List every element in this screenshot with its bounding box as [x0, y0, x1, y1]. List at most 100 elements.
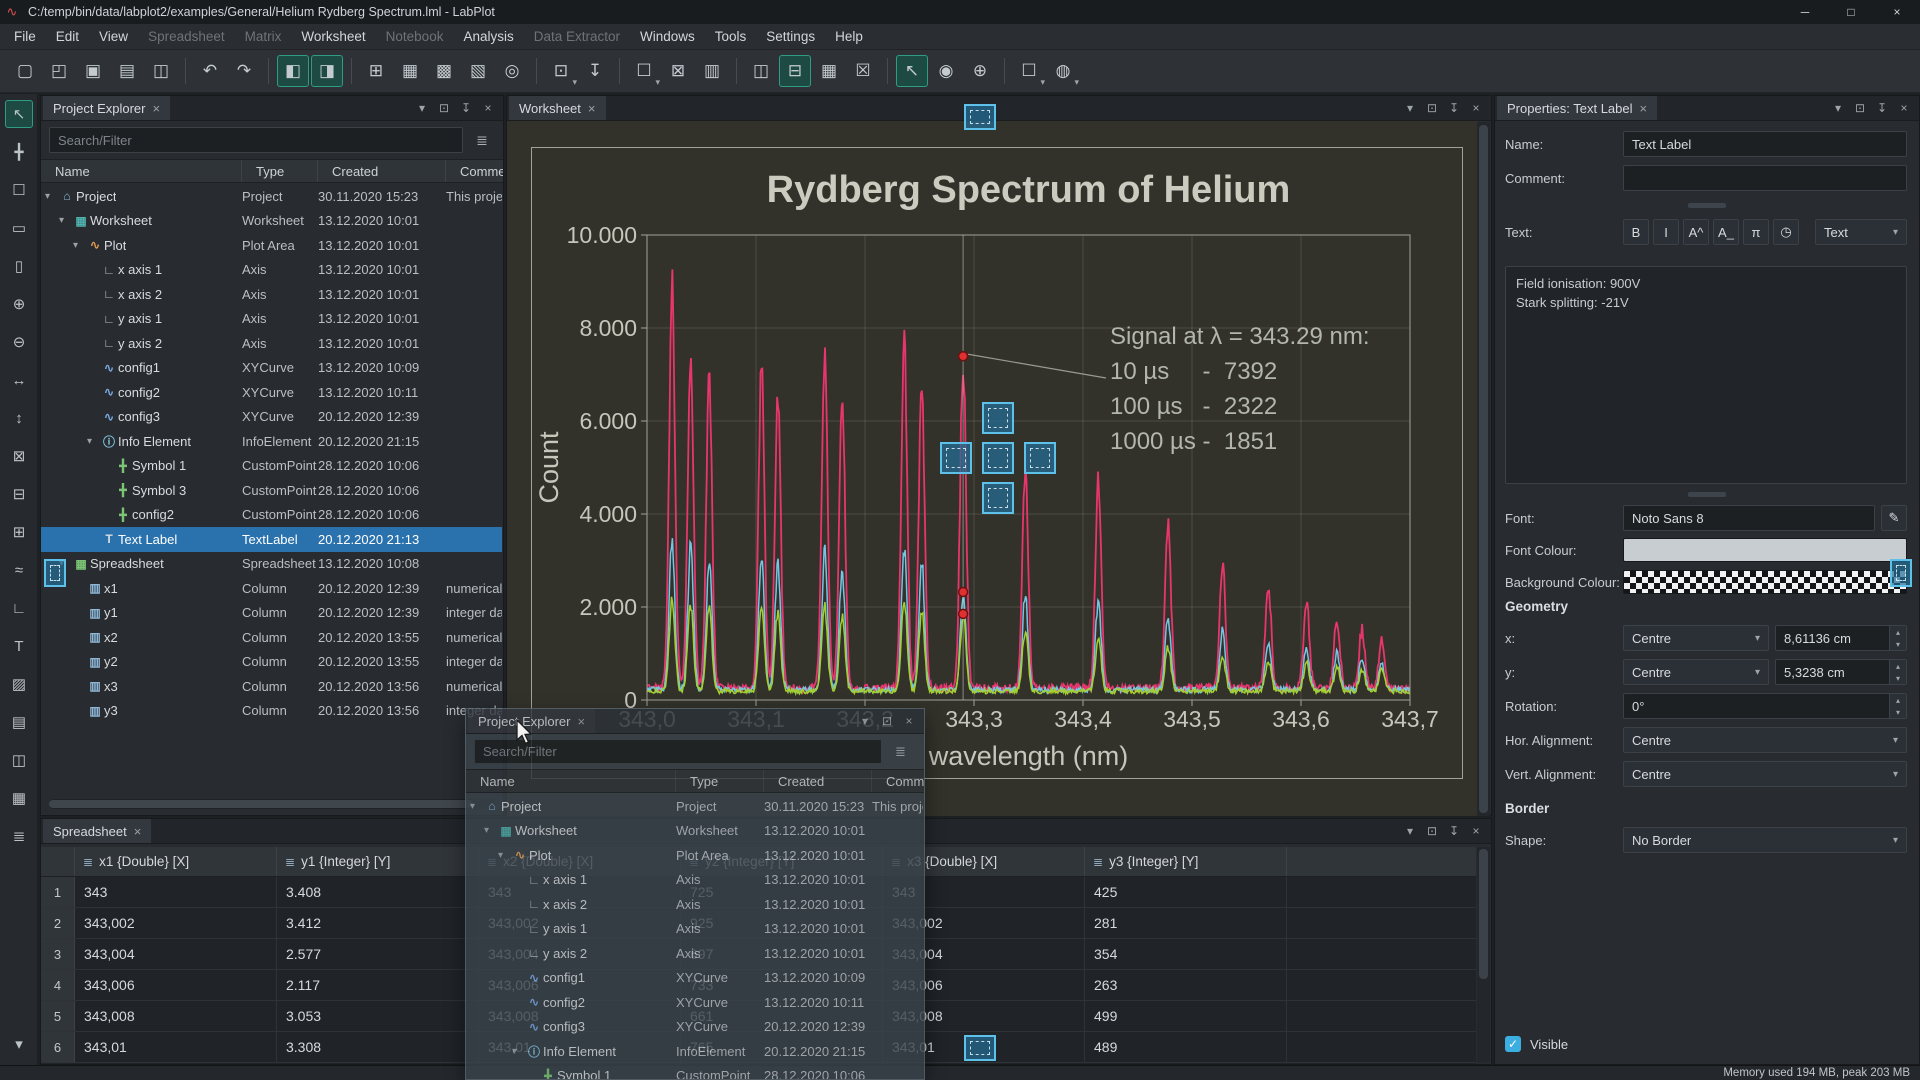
table-cell[interactable]: 343,004 — [75, 939, 277, 969]
tree-row[interactable]: ∿config2XYCurve13.12.2020 10:11 — [466, 990, 923, 1015]
insert-symbol-button[interactable]: π — [1743, 219, 1769, 245]
menu-worksheet[interactable]: Worksheet — [291, 24, 375, 50]
hor-alignment-combo[interactable]: Centre▾ — [1623, 727, 1907, 753]
dock-pin-icon[interactable]: ↧ — [455, 98, 477, 119]
expander-icon[interactable]: ▾ — [73, 240, 86, 251]
tree-row[interactable]: ∿config1XYCurve13.12.2020 10:09 — [466, 966, 923, 991]
table-cell[interactable]: 281 — [1085, 908, 1287, 938]
expander-icon[interactable]: ▾ — [59, 215, 72, 226]
dock-float-icon[interactable]: ⊡ — [1849, 98, 1871, 119]
background-colour-swatch[interactable] — [1623, 570, 1907, 594]
vertical-layout-icon[interactable]: ◫ — [745, 55, 777, 87]
expander-icon[interactable]: ▾ — [498, 850, 511, 861]
table-cell[interactable]: 3.053 — [277, 1001, 479, 1031]
spin-buttons[interactable]: ▴▾ — [1889, 694, 1906, 718]
new-spreadsheet-icon[interactable]: ▦ — [394, 55, 426, 87]
close-button[interactable]: × — [1874, 0, 1920, 24]
crosshair-tool-icon[interactable]: ╋ — [5, 138, 33, 166]
expander-icon[interactable]: ▾ — [484, 825, 497, 836]
list-view-tool-icon[interactable]: ≣ — [5, 822, 33, 850]
chevron-down-icon[interactable]: ▾ — [655, 77, 660, 88]
menu-windows[interactable]: Windows — [630, 24, 705, 50]
tab-project-explorer[interactable]: Project Explorer × — [43, 96, 170, 120]
tree-row[interactable]: ▥x3Column20.12.2020 13:56numerical — [41, 674, 502, 699]
zoom-in-tool-icon[interactable]: ⊕ — [5, 290, 33, 318]
column-header[interactable]: ≣y1 {Integer} [Y] — [277, 847, 479, 876]
drop-edge-indicator-left[interactable] — [44, 559, 66, 587]
table-cell[interactable]: 3.412 — [277, 908, 479, 938]
dock-menu-icon[interactable]: ▾ — [411, 98, 433, 119]
tree-row[interactable]: ▾▦SpreadsheetSpreadsheet13.12.2020 10:08 — [41, 552, 502, 577]
edit-font-icon[interactable]: ✎ — [1881, 505, 1907, 531]
rotation-spinbox[interactable]: 0° ▴▾ — [1623, 693, 1907, 719]
dock-close-icon[interactable]: × — [1465, 821, 1487, 842]
new-worksheet-icon[interactable]: ⊡▾ — [545, 55, 577, 87]
screenshot-icon[interactable]: ▥ — [696, 55, 728, 87]
expander-icon[interactable]: ▾ — [45, 191, 58, 202]
vertical-scrollbar[interactable] — [1477, 122, 1490, 816]
filter-options-icon[interactable]: ≣ — [469, 127, 495, 153]
menu-analysis[interactable]: Analysis — [453, 24, 523, 50]
horizontal-scrollbar[interactable] — [49, 799, 495, 809]
menu-notebook[interactable]: Notebook — [376, 24, 454, 50]
column-header-name[interactable]: Name — [41, 160, 242, 182]
dock-close-icon[interactable]: × — [1893, 98, 1915, 119]
tree-row[interactable]: ▾⌂ProjectProject30.11.2020 15:23This pro… — [466, 794, 923, 819]
font-field[interactable]: Noto Sans 8 — [1623, 505, 1875, 531]
maximize-button[interactable]: □ — [1828, 0, 1874, 24]
column-header-type[interactable]: Type — [676, 770, 764, 792]
tree-row[interactable]: ∿config3XYCurve20.12.2020 12:39 — [41, 405, 502, 430]
tree-row[interactable]: ∟y axis 2Axis13.12.2020 10:01 — [41, 331, 502, 356]
comment-field[interactable] — [1623, 165, 1907, 191]
horizontal-layout-icon[interactable]: ⊟ — [779, 55, 811, 87]
dock-pin-icon[interactable]: ↧ — [1443, 821, 1465, 842]
toggle-project-explorer-icon[interactable]: ◧ — [277, 55, 309, 87]
text-mode-combo[interactable]: Text ▾ — [1815, 219, 1907, 245]
insert-datetime-button[interactable]: ◷ — [1773, 219, 1799, 245]
grid-layout-icon[interactable]: ▦ — [813, 55, 845, 87]
tree-row[interactable]: ▾ⓘInfo ElementInfoElement20.12.2020 21:1… — [41, 429, 502, 454]
color-picker-icon[interactable]: ◎ — [496, 55, 528, 87]
dock-pin-icon[interactable]: ↧ — [1871, 98, 1893, 119]
italic-button[interactable]: I — [1653, 219, 1679, 245]
spin-up-icon[interactable]: ▴ — [1890, 626, 1906, 638]
grid-view-tool-icon[interactable]: ▦ — [5, 784, 33, 812]
drop-indicator-top[interactable] — [982, 402, 1014, 434]
dock-float-icon[interactable]: ⊡ — [1421, 98, 1443, 119]
tree-row[interactable]: ∿config1XYCurve13.12.2020 10:09 — [41, 356, 502, 381]
tree-row[interactable]: ∟y axis 1Axis13.12.2020 10:01 — [41, 307, 502, 332]
column-header-created[interactable]: Created — [318, 160, 446, 182]
tree-row[interactable]: ∿config2XYCurve13.12.2020 10:11 — [41, 380, 502, 405]
magnification-icon[interactable]: ◍▾ — [1047, 55, 1079, 87]
zoom-select-icon[interactable]: ☐▾ — [628, 55, 660, 87]
row-number[interactable]: 6 — [41, 1032, 75, 1062]
chevron-down-icon[interactable]: ▾ — [1074, 77, 1079, 88]
tree-row[interactable]: ▾∿PlotPlot Area13.12.2020 10:01 — [466, 843, 923, 868]
crosshair-mode-icon[interactable]: ◉ — [930, 55, 962, 87]
menu-file[interactable]: File — [4, 24, 46, 50]
x-offset-spinbox[interactable]: 8,61136 cm ▴▾ — [1775, 625, 1907, 651]
zoom-y-select-tool-icon[interactable]: ▯ — [5, 252, 33, 280]
tree-row[interactable]: ∿config3XYCurve20.12.2020 12:39 — [466, 1015, 923, 1040]
tree-row[interactable]: ╋Symbol 1CustomPoint28.12.2020 10:06 — [466, 1064, 923, 1080]
tree-row[interactable]: ▥y2Column20.12.2020 13:55integer da — [41, 650, 502, 675]
select-mode-icon[interactable]: ↖ — [896, 55, 928, 87]
tree-row[interactable]: ╋Symbol 3CustomPoint28.12.2020 10:06 — [41, 478, 502, 503]
row-number[interactable]: 1 — [41, 877, 75, 907]
dock-float-icon[interactable]: ⊡ — [876, 711, 898, 732]
selection-region-icon[interactable]: ☐▾ — [1013, 55, 1045, 87]
vertical-scrollbar[interactable] — [1477, 847, 1490, 1062]
row-number[interactable]: 2 — [41, 908, 75, 938]
tab-spreadsheet[interactable]: Spreadsheet × — [43, 819, 151, 843]
tree-row[interactable]: ∟y axis 2Axis13.12.2020 10:01 — [466, 941, 923, 966]
search-input[interactable] — [49, 127, 463, 153]
label-text-editor[interactable]: Field ionisation: 900V Stark splitting: … — [1505, 266, 1907, 484]
add-curve-tool-icon[interactable]: ≈ — [5, 556, 33, 584]
break-layout-icon[interactable]: ☒ — [847, 55, 879, 87]
tab-close-icon[interactable]: × — [152, 101, 160, 116]
column-header-name[interactable]: Name — [466, 770, 676, 792]
add-text-tool-icon[interactable]: T — [5, 632, 33, 660]
table-cell[interactable]: 263 — [1085, 970, 1287, 1000]
new-matrix-icon[interactable]: ▩ — [428, 55, 460, 87]
tree-row[interactable]: ▾▦WorksheetWorksheet13.12.2020 10:01 — [41, 209, 502, 234]
